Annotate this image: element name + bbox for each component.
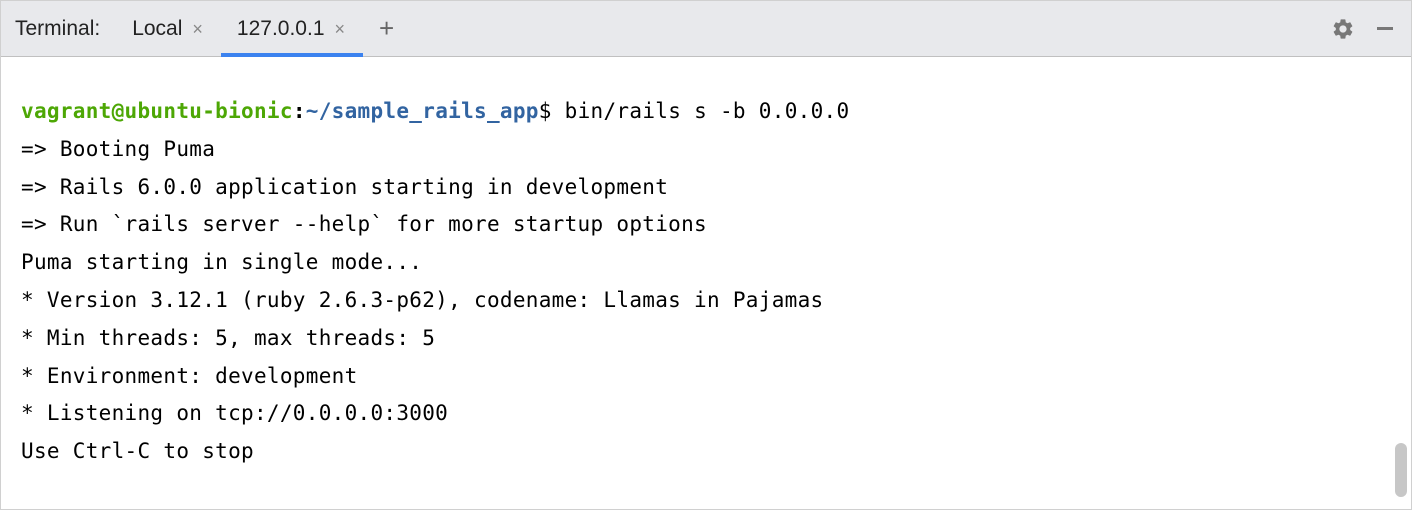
terminal-tab-bar: Terminal: Local × 127.0.0.1 × +	[1, 1, 1411, 57]
terminal-title: Terminal:	[9, 17, 116, 41]
terminal-line: * Min threads: 5, max threads: 5	[21, 320, 1391, 358]
gear-icon[interactable]	[1331, 17, 1355, 41]
minimize-icon[interactable]	[1375, 19, 1395, 39]
tab-label: Local	[132, 17, 182, 41]
terminal-output[interactable]: vagrant@ubuntu-bionic:~/sample_rails_app…	[1, 57, 1411, 509]
terminal-line: * Environment: development	[21, 358, 1391, 396]
prompt-path: ~/sample_rails_app	[306, 99, 539, 123]
terminal-line: => Rails 6.0.0 application starting in d…	[21, 169, 1391, 207]
prompt-user-host: vagrant@ubuntu-bionic	[21, 99, 293, 123]
terminal-line: Use Ctrl-C to stop	[21, 433, 1391, 471]
terminal-line: => Run `rails server --help` for more st…	[21, 206, 1391, 244]
terminal-line: => Booting Puma	[21, 131, 1391, 169]
prompt-command: bin/rails s -b 0.0.0.0	[565, 99, 850, 123]
terminal-line: * Version 3.12.1 (ruby 2.6.3-p62), coden…	[21, 282, 1391, 320]
tab-127-0-0-1[interactable]: 127.0.0.1 ×	[221, 1, 363, 56]
terminal-line: * Listening on tcp://0.0.0.0:3000	[21, 395, 1391, 433]
add-tab-button[interactable]: +	[363, 1, 410, 56]
prompt-symbol: $	[539, 99, 552, 123]
tab-label: 127.0.0.1	[237, 17, 325, 41]
terminal-line: Puma starting in single mode...	[21, 244, 1391, 282]
scrollbar-thumb[interactable]	[1395, 443, 1407, 497]
close-icon[interactable]: ×	[333, 20, 348, 38]
tab-local[interactable]: Local ×	[116, 1, 221, 56]
prompt-colon: :	[293, 99, 306, 123]
close-icon[interactable]: ×	[190, 20, 205, 38]
